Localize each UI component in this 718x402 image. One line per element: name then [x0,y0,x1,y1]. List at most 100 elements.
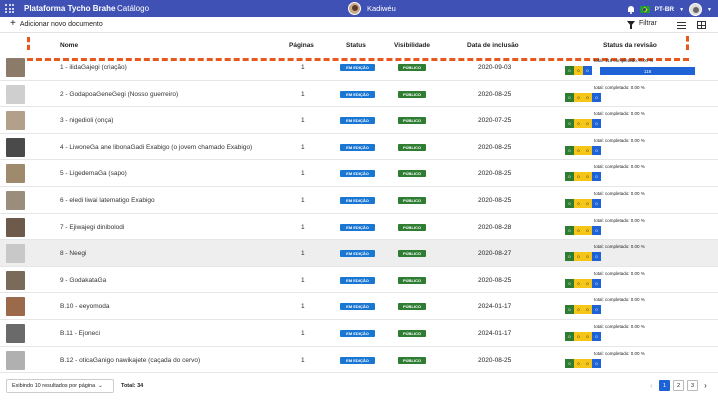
document-name[interactable]: 5 - LigedemaGa (sapo) [60,170,127,177]
review-segment: 0 [592,172,601,182]
document-thumbnail[interactable] [6,297,25,317]
column-date[interactable]: Data de inclusão [467,42,519,49]
chevron-down-icon[interactable]: ▼ [679,7,684,13]
add-document-button[interactable]: + Adicionar novo documento [10,19,103,29]
table-row[interactable]: 6 - eledi liwai latematigo Exabigo 1 EM … [0,187,718,214]
current-project[interactable]: Kadiwéu [348,2,396,15]
table-row[interactable]: 4 - LiwoneGa ane libonaGadi Exabigo (o j… [0,134,718,161]
review-progress: 0000 [565,332,601,341]
review-totals: total: completado: 0.00 % [594,84,645,90]
document-name[interactable]: 3 - nigedioli (onça) [60,117,113,124]
review-segment: 0 [574,66,583,75]
review-progress: 0000 [565,199,601,208]
review-segment: 0 [583,305,592,315]
table-view-icon[interactable] [697,21,706,29]
document-name[interactable]: B.11 - Ejoneci [60,330,100,337]
review-totals: total: completado: 0.00 % [594,111,645,117]
review-segment: 0 [565,358,574,368]
review-segment: 0 [574,92,583,102]
review-totals: total: completado: 0.00 % [594,191,645,196]
review-segment: 0 [592,145,601,155]
status-badge: EM EDIÇÃO [340,143,375,151]
status-badge: EM EDIÇÃO [340,303,375,311]
table-row[interactable]: 8 - Neegi 1 EM EDIÇÃO PÚBLICO 2020-08-27… [0,240,718,267]
column-name[interactable]: Nome [60,42,78,49]
brand-title[interactable]: Plataforma Tycho Brahe [24,4,115,13]
document-name[interactable]: B.12 - oticaGanigo nawikajete (caçada do… [60,357,200,364]
document-name[interactable]: 7 - Ejiwajegi dinibolodi [60,224,124,231]
user-menu-chevron-icon[interactable]: ▼ [707,7,712,13]
inclusion-date: 2020-09-03 [478,64,512,71]
column-status[interactable]: Status [346,42,366,49]
notifications-bell-icon[interactable] [627,5,635,14]
language-selector[interactable]: PT-BR [655,6,675,13]
inclusion-date: 2020-08-28 [478,223,512,231]
document-thumbnail[interactable] [6,58,25,77]
status-badge: EM EDIÇÃO [340,197,375,204]
review-progress: 0000 [565,92,601,102]
table-row[interactable]: 2 - GodapoaGeneGegi (Nosso guerreiro) 1 … [0,81,718,108]
table-row[interactable]: 1 - ilidaGajegi (criação) 1 EM EDIÇÃO PÚ… [0,54,718,81]
table-row[interactable]: B.10 - eeyomoda 1 EM EDIÇÃO PÚBLICO 2024… [0,293,718,320]
document-name[interactable]: 1 - ilidaGajegi (criação) [60,64,127,71]
document-name[interactable]: 4 - LiwoneGa ane libonaGadi Exabigo (o j… [60,144,252,151]
review-progress: 0000 [565,119,601,129]
review-segment: 0 [592,358,601,368]
review-segment: 0 [574,119,583,129]
document-thumbnail[interactable] [6,164,25,184]
review-segment: 0 [592,278,601,288]
inclusion-date: 2020-08-25 [478,197,512,204]
review-segment: 0 [565,66,574,75]
review-segment: 0 [583,145,592,155]
review-totals: total: completado: 0.00 % [594,270,645,276]
inclusion-date: 2020-08-25 [478,90,512,98]
table-row[interactable]: 7 - Ejiwajegi dinibolodi 1 EM EDIÇÃO PÚB… [0,214,718,241]
document-thumbnail[interactable] [6,191,25,210]
table-row[interactable]: 3 - nigedioli (onça) 1 EM EDIÇÃO PÚBLICO… [0,107,718,134]
page-1-button[interactable]: 1 [659,380,670,391]
column-pages[interactable]: Páginas [289,42,314,49]
table-row[interactable]: B.11 - Ejoneci 1 EM EDIÇÃO PÚBLICO 2024-… [0,320,718,347]
document-name[interactable]: 2 - GodapoaGeneGegi (Nosso guerreiro) [60,91,178,98]
filter-button[interactable]: Filtrar [627,20,657,29]
table-row[interactable]: 9 - GodakataGa 1 EM EDIÇÃO PÚBLICO 2020-… [0,267,718,294]
apps-grid-icon[interactable] [4,3,15,14]
document-name[interactable]: 9 - GodakataGa [60,277,106,284]
table-row[interactable]: 5 - LigedemaGa (sapo) 1 EM EDIÇÃO PÚBLIC… [0,160,718,187]
column-review-status[interactable]: Status da revisão [603,42,657,49]
visibility-badge: PÚBLICO [398,276,426,284]
prev-page-icon[interactable]: ‹ [647,381,656,390]
document-thumbnail[interactable] [6,137,25,157]
document-thumbnail[interactable] [6,324,25,343]
document-name[interactable]: 6 - eledi liwai latematigo Exabigo [60,197,155,204]
document-name[interactable]: B.10 - eeyomoda [60,303,110,310]
review-segment: 0 [565,278,574,288]
table-header: Nome Páginas Status Visibilidade Data de… [0,39,718,53]
per-page-select[interactable]: Exibindo 10 resultados por página ⌄ [6,379,114,393]
document-thumbnail[interactable] [6,84,25,104]
review-segment: 0 [592,252,601,262]
page-count: 1 [301,356,305,364]
page-2-button[interactable]: 2 [673,380,684,391]
next-page-icon[interactable]: › [701,381,710,390]
table-row[interactable]: B.12 - oticaGanigo nawikajete (caçada do… [0,347,718,374]
document-name[interactable]: 8 - Neegi [60,250,86,257]
review-progress: 0000 [565,358,601,368]
review-progress: 0000 [565,252,601,262]
document-thumbnail[interactable] [6,270,25,290]
review-progress: 000 [565,66,592,75]
user-avatar[interactable] [689,3,703,16]
document-thumbnail[interactable] [6,244,25,264]
review-segment: 0 [592,332,601,341]
page-3-button[interactable]: 3 [687,380,698,391]
page-count: 1 [301,330,305,337]
document-thumbnail[interactable] [6,217,25,237]
visibility-badge: PÚBLICO [398,223,426,231]
brazil-flag-icon[interactable] [639,6,650,13]
document-thumbnail[interactable] [6,111,25,131]
list-view-icon[interactable] [677,22,686,29]
page-count: 1 [301,143,305,151]
status-badge: EM EDIÇÃO [340,250,375,258]
column-visibility[interactable]: Visibilidade [394,42,430,49]
document-thumbnail[interactable] [6,350,25,370]
